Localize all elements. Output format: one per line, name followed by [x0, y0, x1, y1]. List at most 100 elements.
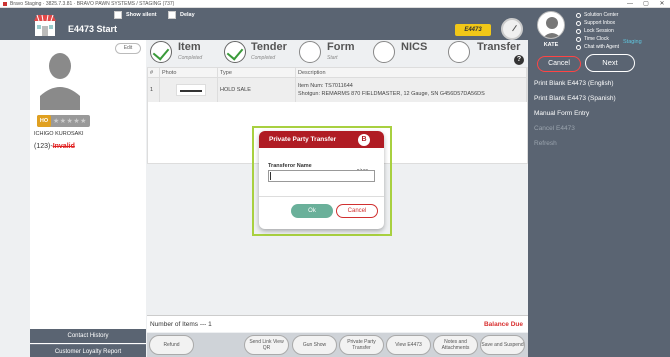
dialog-header: Private Party Transfer B [259, 131, 384, 148]
app-icon [3, 1, 7, 6]
step-label: Transfer [477, 41, 521, 53]
util-label: Time Clock [584, 36, 609, 42]
bravo-logo-icon: B [358, 134, 370, 146]
edit-customer-button[interactable]: Edit [115, 43, 141, 54]
step-label: Item [178, 41, 201, 53]
col-type: Type [218, 68, 296, 77]
refund-button[interactable]: Refund [149, 335, 194, 355]
ho-badge: HO [37, 115, 51, 127]
manual-form-entry-link[interactable]: Manual Form Entry [534, 110, 589, 117]
customer-name: ICHIGO KUROSAKI [34, 131, 84, 137]
row-description: Item Num: TS7011644 Shotgun: REMARMS 870… [296, 78, 527, 102]
show-silent-checkbox[interactable]: Show silent [114, 11, 157, 19]
person-icon [542, 17, 562, 38]
notes-attachments-button[interactable]: Notes and Attachments [433, 335, 478, 355]
page-title: E4473 Start [68, 24, 118, 34]
time-clock-link[interactable]: Time Clock [576, 35, 619, 43]
row-number: 1 [148, 78, 160, 102]
step-circle-icon [448, 41, 470, 63]
table-header: # Photo Type Description [148, 68, 527, 78]
restore-button[interactable]: ▢ [638, 0, 654, 8]
step-status: Start [327, 55, 338, 61]
help-icon[interactable]: ? [514, 55, 524, 65]
dialog-divider [259, 196, 384, 197]
delay-label: Delay [180, 12, 195, 18]
lock-icon [576, 28, 581, 34]
lock-session-link[interactable]: Lock Session [576, 27, 619, 35]
view-e4473-button[interactable]: View E4473 [386, 335, 431, 355]
window-title: Bravo Staging · 3825.7.3.81 · BRAVO PAWN… [10, 0, 175, 7]
action-bar: Refund Send Link View QR Gun Show Privat… [147, 333, 528, 357]
ok-button[interactable]: Ok [291, 204, 333, 218]
customer-panel: Edit HO ★★★★★ ICHIGO KUROSAKI (123)-Inva… [30, 40, 146, 357]
cancel-e4473-link: Cancel E4473 [534, 125, 575, 132]
send-link-button[interactable]: Send Link View QR [244, 335, 289, 355]
customer-phone: (123)-Invalid [34, 143, 75, 150]
window-titlebar: Bravo Staging · 3825.7.3.81 · BRAVO PAWN… [0, 0, 670, 8]
gun-show-button[interactable]: Gun Show [292, 335, 337, 355]
solution-center-link[interactable]: Solution Center [576, 11, 619, 19]
right-panel: KATE Solution Center Support Inbox Lock … [528, 8, 670, 357]
star-rating-icon: ★★★★★ [53, 118, 87, 125]
contact-history-button[interactable]: Contact History [30, 329, 146, 343]
text-caret [270, 172, 271, 180]
step-label: Tender [251, 41, 287, 53]
util-label: Support Inbox [584, 20, 616, 26]
close-button[interactable]: ✕ [654, 0, 670, 8]
minimize-button[interactable]: — [622, 0, 638, 8]
e4473-logo: E4473 [455, 24, 491, 36]
delay-checkbox[interactable]: Delay [168, 11, 195, 19]
step-circle-icon [373, 41, 395, 63]
show-silent-label: Show silent [126, 12, 157, 18]
private-party-transfer-button[interactable]: Private Party Transfer [339, 335, 384, 355]
util-label: Solution Center [584, 12, 619, 18]
customer-loyalty-button[interactable]: Customer Loyalty Report [30, 344, 146, 357]
private-party-transfer-dialog: Private Party Transfer B Transferor Name… [259, 131, 384, 229]
row-photo [160, 78, 218, 102]
customer-photo-placeholder-icon [40, 53, 80, 110]
table-row[interactable]: 1 HOLD SALE Item Num: TS7011644 Shotgun:… [148, 78, 527, 102]
step-status: Completed [251, 55, 276, 61]
step-status: Completed [178, 55, 203, 61]
phone-prefix: (123)- [34, 143, 53, 150]
check-icon [224, 41, 246, 63]
col-number: # [148, 68, 160, 77]
chat-agent-link[interactable]: Chat with Agent [576, 43, 619, 51]
step-label: NICS [401, 41, 428, 53]
col-photo: Photo [160, 68, 218, 77]
check-icon [150, 41, 172, 63]
environment-label: Staging [623, 39, 642, 45]
row-type: HOLD SALE [218, 78, 296, 102]
util-label: Lock Session [584, 28, 614, 34]
balance-due: Balance Due [483, 321, 523, 328]
summary-bar: Number of Items --- 1 Balance Due [147, 315, 528, 332]
dialog-cancel-button[interactable]: Cancel [336, 204, 378, 218]
user-name: KATE [543, 42, 559, 48]
customer-rating: HO ★★★★★ [37, 115, 90, 127]
transferor-name-label: Transferor Name [268, 163, 312, 169]
checkbox-box[interactable] [114, 11, 122, 19]
transferor-name-input[interactable] [268, 170, 375, 182]
user-avatar[interactable] [537, 11, 565, 39]
checkbox-box[interactable] [168, 11, 176, 19]
storefront-icon [34, 14, 56, 36]
step-label: Form [327, 41, 355, 53]
clock-icon [576, 36, 581, 42]
support-inbox-link[interactable]: Support Inbox [576, 19, 619, 27]
refresh-link: Refresh [534, 140, 557, 147]
print-english-link[interactable]: Print Blank E4473 (English) [534, 80, 614, 87]
workflow-steps: Item Completed Tender Completed Form Sta… [147, 40, 528, 66]
item-number: Item Num: TS7011644 [298, 83, 353, 89]
cancel-button[interactable]: Cancel [537, 56, 581, 72]
clock-icon [501, 18, 523, 40]
items-count: Number of Items --- 1 [150, 321, 212, 328]
chat-icon [576, 44, 581, 50]
step-circle-icon [299, 41, 321, 63]
print-spanish-link[interactable]: Print Blank E4473 (Spanish) [534, 95, 616, 102]
shotgun-thumbnail [176, 84, 206, 96]
next-button[interactable]: Next [585, 54, 635, 72]
item-details: Shotgun: REMARMS 870 FIELDMASTER, 12 Gau… [298, 91, 485, 97]
col-description: Description [296, 68, 527, 77]
dialog-title: Private Party Transfer [269, 136, 337, 143]
save-suspend-button[interactable]: Save and Suspend [480, 335, 525, 355]
